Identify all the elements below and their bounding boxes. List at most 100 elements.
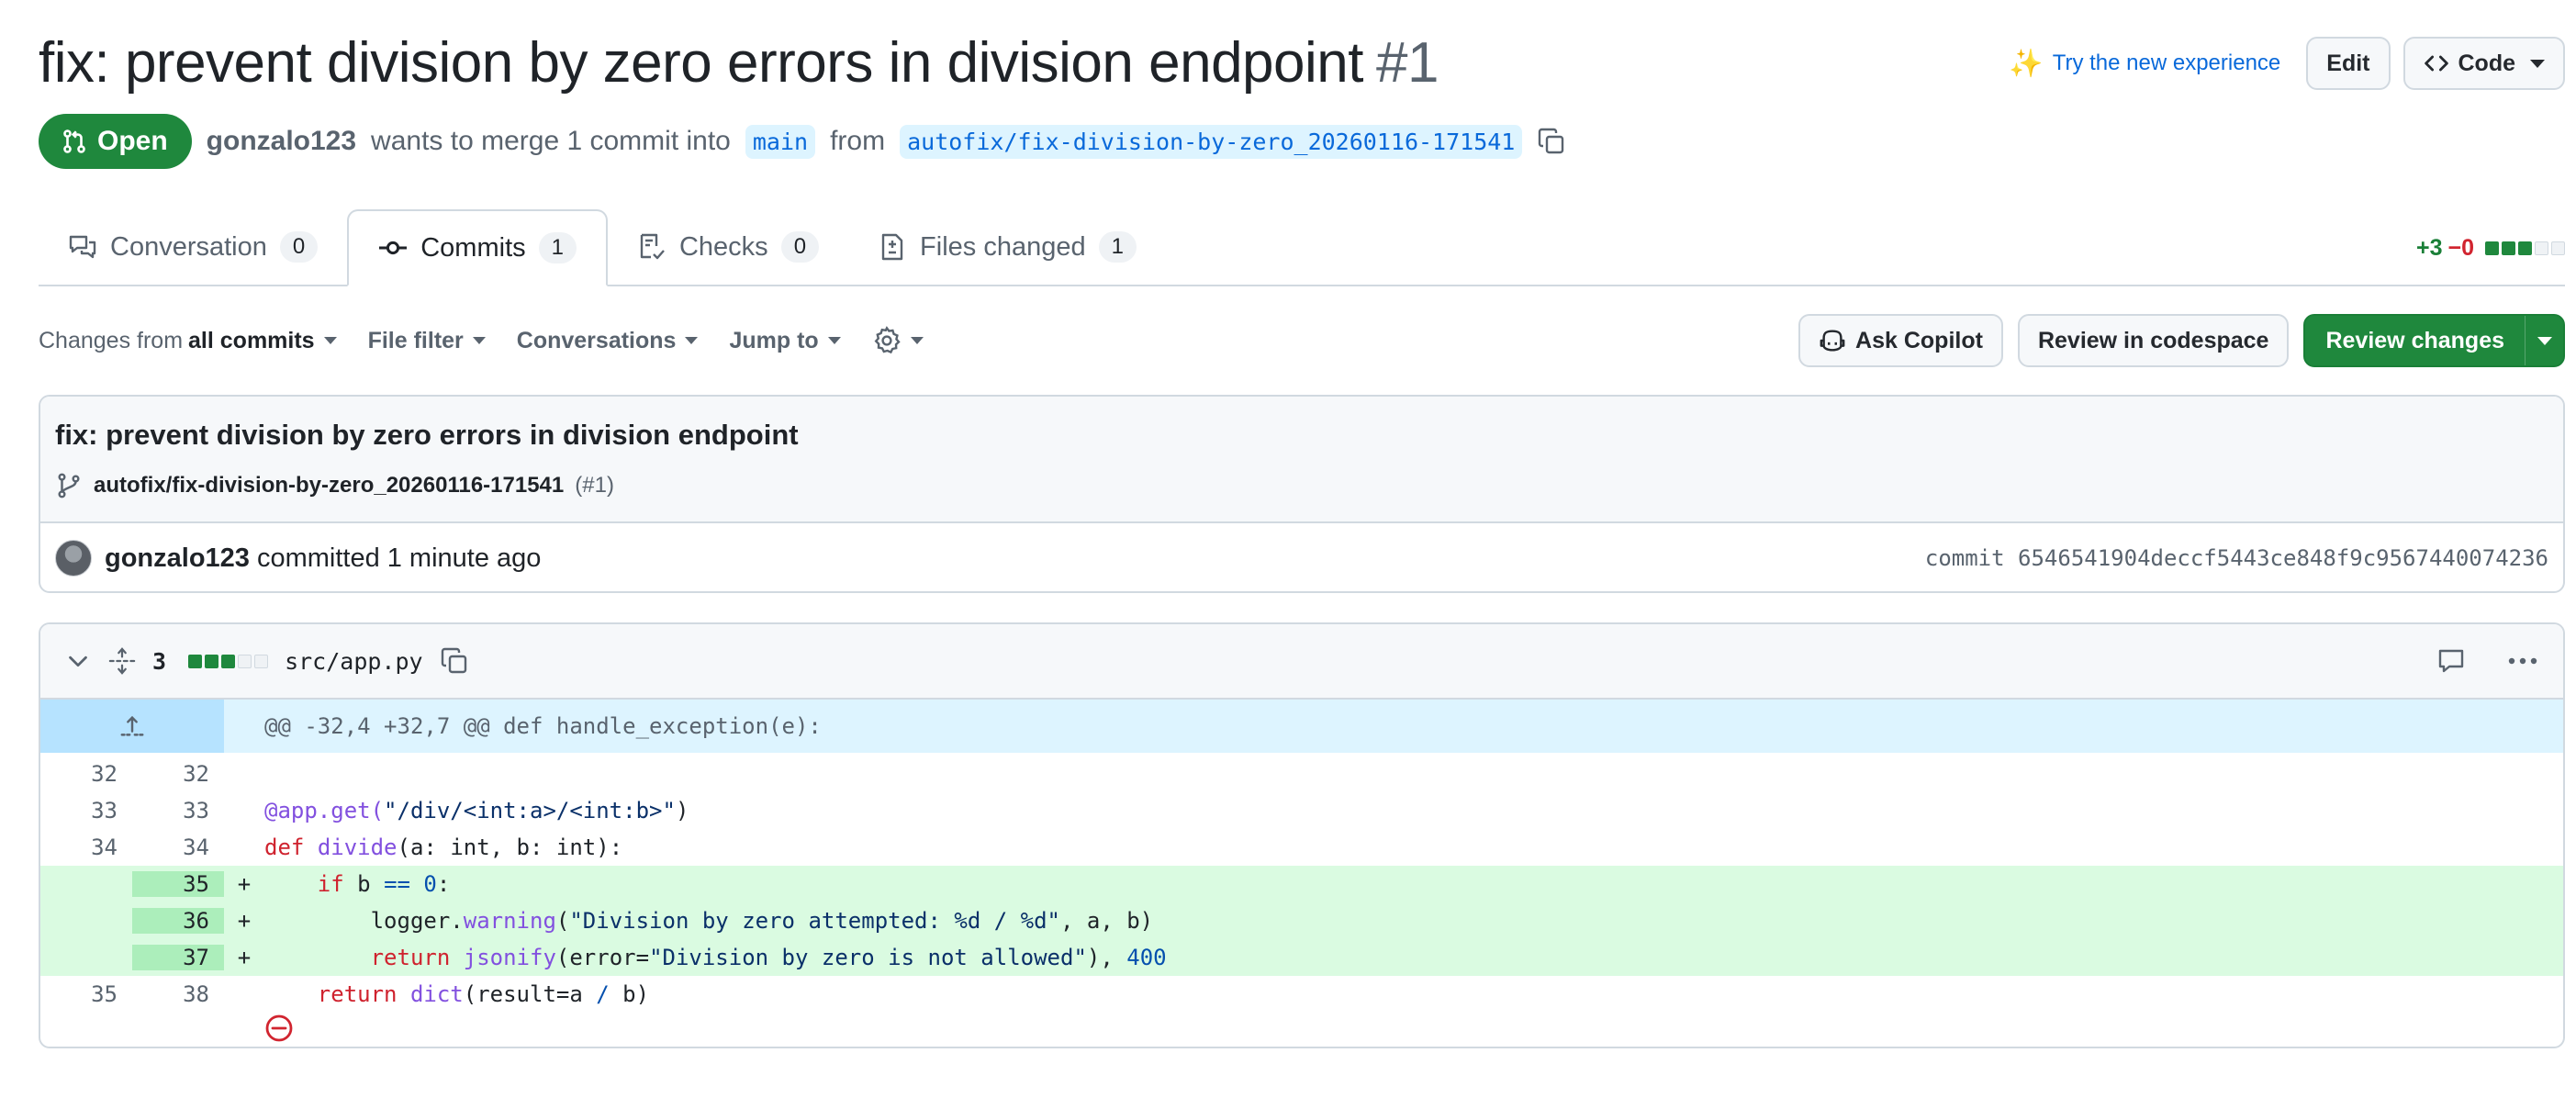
diffstat-blocks xyxy=(2485,241,2565,255)
fold-up-icon xyxy=(120,715,144,736)
diffstat-block xyxy=(2502,241,2515,255)
code-token: logger. xyxy=(264,908,464,934)
diff-line-added: 35 + if b == 0: xyxy=(40,866,2563,902)
from-text: from xyxy=(830,126,886,156)
pr-meta: Open gonzalo123 wants to merge 1 commit … xyxy=(39,114,1566,169)
diff-marker: + xyxy=(237,908,252,934)
file-diff: 3 src/app.py @@ -32,4 +32,7 @@ def handl… xyxy=(39,622,2565,1048)
try-new-label: Try the new experience xyxy=(2052,50,2281,75)
conversations-dropdown[interactable]: Conversations xyxy=(517,328,699,354)
commit-branch: autofix/fix-division-by-zero_20260116-17… xyxy=(55,472,2548,499)
head-branch[interactable]: autofix/fix-division-by-zero_20260116-17… xyxy=(900,124,1523,159)
changes-from-dropdown[interactable]: Changes from all commits xyxy=(39,328,337,354)
old-line-number[interactable]: 35 xyxy=(40,981,132,1007)
code-token: (error= xyxy=(555,945,650,970)
expand-up-button[interactable] xyxy=(40,700,224,753)
code-line: return jsonify(error="Division by zero i… xyxy=(264,945,1167,970)
conversations-label: Conversations xyxy=(516,327,677,353)
new-line-number[interactable]: 35 xyxy=(132,871,224,897)
jump-to-dropdown[interactable]: Jump to xyxy=(729,328,841,354)
file-change-count: 3 xyxy=(152,647,167,675)
new-line-number[interactable]: 36 xyxy=(132,908,224,934)
file-diff-icon xyxy=(881,233,903,261)
author-link[interactable]: gonzalo123 xyxy=(207,126,356,157)
edit-button[interactable]: Edit xyxy=(2306,37,2391,90)
pr-number: #1 xyxy=(1376,30,1439,95)
all-commits-label: all commits xyxy=(188,327,315,353)
review-changes-label: Review changes xyxy=(2325,327,2504,353)
new-line-number[interactable]: 32 xyxy=(132,761,224,787)
new-line-number[interactable]: 33 xyxy=(132,798,224,823)
base-branch[interactable]: main xyxy=(745,124,816,159)
code-line: logger.warning("Division by zero attempt… xyxy=(264,908,1154,934)
diff-line-added: 36 + logger.warning("Division by zero at… xyxy=(40,902,2563,939)
tab-conversation[interactable]: Conversation 0 xyxy=(39,209,347,285)
commit-sha[interactable]: commit 6546541904deccf5443ce848f9c956744… xyxy=(1925,545,2548,571)
code-line: def divide(a: int, b: int): xyxy=(264,835,622,860)
commit-branch-link[interactable]: autofix/fix-division-by-zero_20260116-17… xyxy=(94,473,564,498)
chevron-down-icon xyxy=(910,337,924,344)
copy-icon[interactable] xyxy=(440,646,469,676)
files-toolbar: Changes from all commits File filter Con… xyxy=(39,314,2565,367)
review-in-codespace-button[interactable]: Review in codespace xyxy=(2017,314,2290,367)
file-filter-dropdown[interactable]: File filter xyxy=(368,328,486,354)
copy-icon[interactable] xyxy=(1537,127,1566,156)
commit-author[interactable]: gonzalo123 xyxy=(105,543,250,574)
tab-label: Files changed xyxy=(920,231,1086,262)
diff-marker: + xyxy=(237,945,252,970)
code-token: return xyxy=(317,981,398,1007)
chevron-down-icon[interactable] xyxy=(64,647,92,675)
code-token: "Division by zero is not allowed" xyxy=(649,945,1087,970)
diff-settings-dropdown[interactable] xyxy=(872,326,924,355)
new-line-number[interactable]: 38 xyxy=(132,981,224,1007)
tab-label: Conversation xyxy=(110,231,267,262)
code-token: if xyxy=(317,871,344,897)
diffstat-block xyxy=(188,654,203,668)
new-line-number[interactable]: 37 xyxy=(132,945,224,970)
chevron-down-icon xyxy=(472,337,486,344)
code-token: b xyxy=(343,871,385,897)
old-line-number[interactable]: 32 xyxy=(40,761,132,787)
code-token: divide xyxy=(317,835,398,860)
tab-checks[interactable]: Checks 0 xyxy=(608,209,848,285)
try-new-experience-link[interactable]: ✨ Try the new experience xyxy=(2009,48,2280,80)
code-token: ) xyxy=(675,798,689,823)
code-token: @app.get( xyxy=(264,798,385,823)
expand-all-icon[interactable] xyxy=(108,647,136,675)
commit-pr-link[interactable]: (#1) xyxy=(575,473,614,498)
diffstat-block xyxy=(2535,241,2548,255)
code-token: ), xyxy=(1086,945,1127,970)
tab-files-changed[interactable]: Files changed 1 xyxy=(848,209,1166,285)
file-actions xyxy=(2436,646,2539,676)
pull-request-icon xyxy=(63,129,85,153)
old-line-number[interactable]: 33 xyxy=(40,798,132,823)
code-button[interactable]: Code xyxy=(2402,37,2565,90)
comment-icon[interactable] xyxy=(2436,646,2466,676)
gear-icon xyxy=(874,326,901,354)
file-name[interactable]: src/app.py xyxy=(285,648,423,675)
comment-discussion-icon xyxy=(69,235,96,259)
kebab-menu-icon[interactable] xyxy=(2506,646,2539,676)
tab-commits[interactable]: Commits 1 xyxy=(347,209,608,286)
status-badge: Open xyxy=(39,114,192,169)
old-line-number[interactable]: 34 xyxy=(40,835,132,860)
tab-label: Commits xyxy=(420,232,526,263)
diff-line-added: 37 + return jsonify(error="Division by z… xyxy=(40,939,2563,976)
new-line-number[interactable]: 34 xyxy=(132,835,224,860)
code-token: (result=a xyxy=(463,981,597,1007)
review-changes-dropdown[interactable] xyxy=(2525,316,2563,365)
diff-line: 33 33 @app.get("/div/<int:a>/<int:b>") xyxy=(40,792,2563,829)
review-changes-button[interactable]: Review changes xyxy=(2303,314,2565,367)
tab-count: 0 xyxy=(780,231,820,263)
avatar[interactable] xyxy=(55,540,92,577)
ask-copilot-button[interactable]: Ask Copilot xyxy=(1798,314,2003,367)
chevron-down-icon xyxy=(2537,336,2552,345)
hunk-text: @@ -32,4 +32,7 @@ def handle_exception(e… xyxy=(264,713,822,739)
code-token: jsonify xyxy=(463,945,556,970)
tab-count: 1 xyxy=(1098,231,1137,263)
code-token: dict xyxy=(409,981,464,1007)
